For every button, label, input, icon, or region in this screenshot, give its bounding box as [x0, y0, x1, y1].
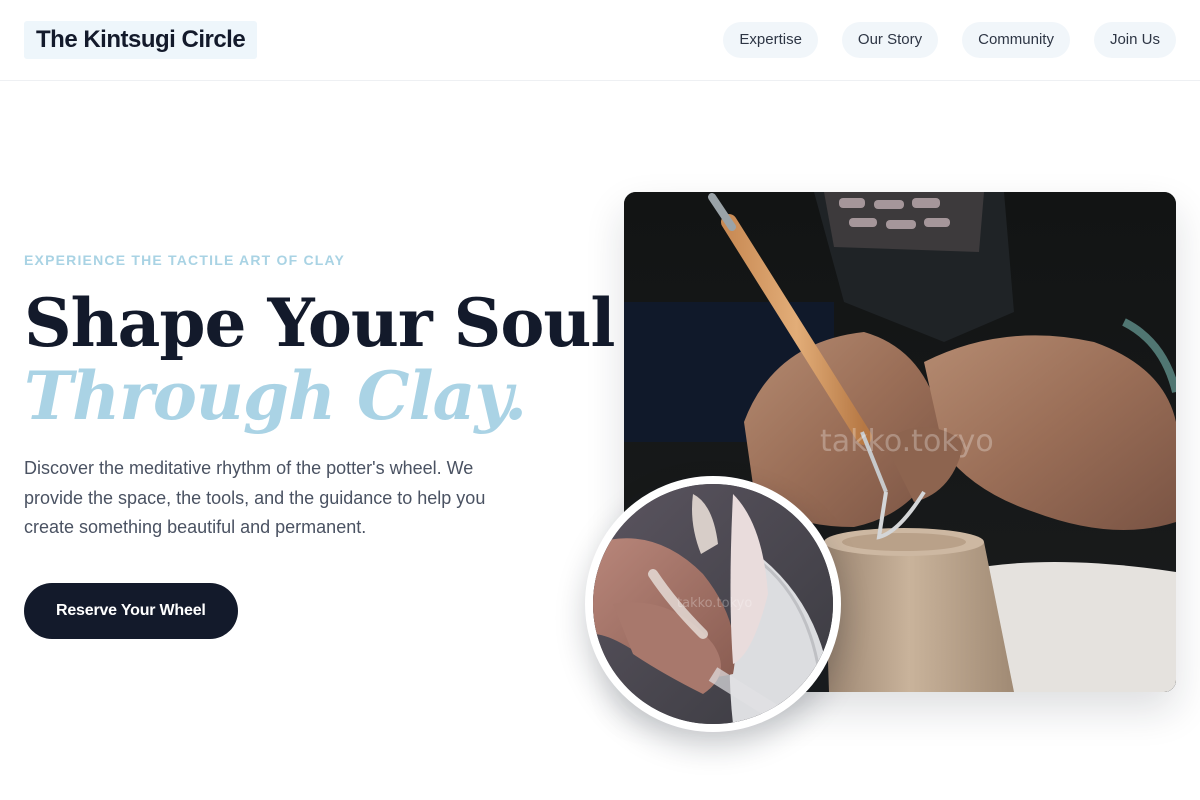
clay-hands-inset-photo: takko.tokyo	[585, 476, 841, 732]
site-header: The Kintsugi Circle Expertise Our Story …	[0, 0, 1200, 81]
reserve-wheel-button[interactable]: Reserve Your Wheel	[24, 582, 238, 639]
photo-watermark: takko.tokyo	[820, 424, 994, 459]
site-logo[interactable]: The Kintsugi Circle	[24, 21, 258, 59]
nav-item-expertise[interactable]: Expertise	[723, 22, 818, 58]
nav-item-join-us[interactable]: Join Us	[1093, 22, 1176, 58]
hero-headline-accent: Through Clay.	[24, 357, 527, 435]
inset-watermark: takko.tokyo	[677, 596, 753, 611]
hero-description: Discover the meditative rhythm of the po…	[24, 458, 486, 537]
hero-headline: Shape Your Soul	[24, 284, 615, 362]
nav-item-our-story[interactable]: Our Story	[841, 22, 939, 58]
nav-item-community[interactable]: Community	[962, 22, 1070, 58]
main-nav: Expertise Our Story Community Join Us	[723, 22, 1176, 58]
hero-text: EXPERIENCE THE TACTILE ART OF CLAY Shape…	[24, 250, 615, 639]
hero-eyebrow: EXPERIENCE THE TACTILE ART OF CLAY	[24, 252, 346, 268]
